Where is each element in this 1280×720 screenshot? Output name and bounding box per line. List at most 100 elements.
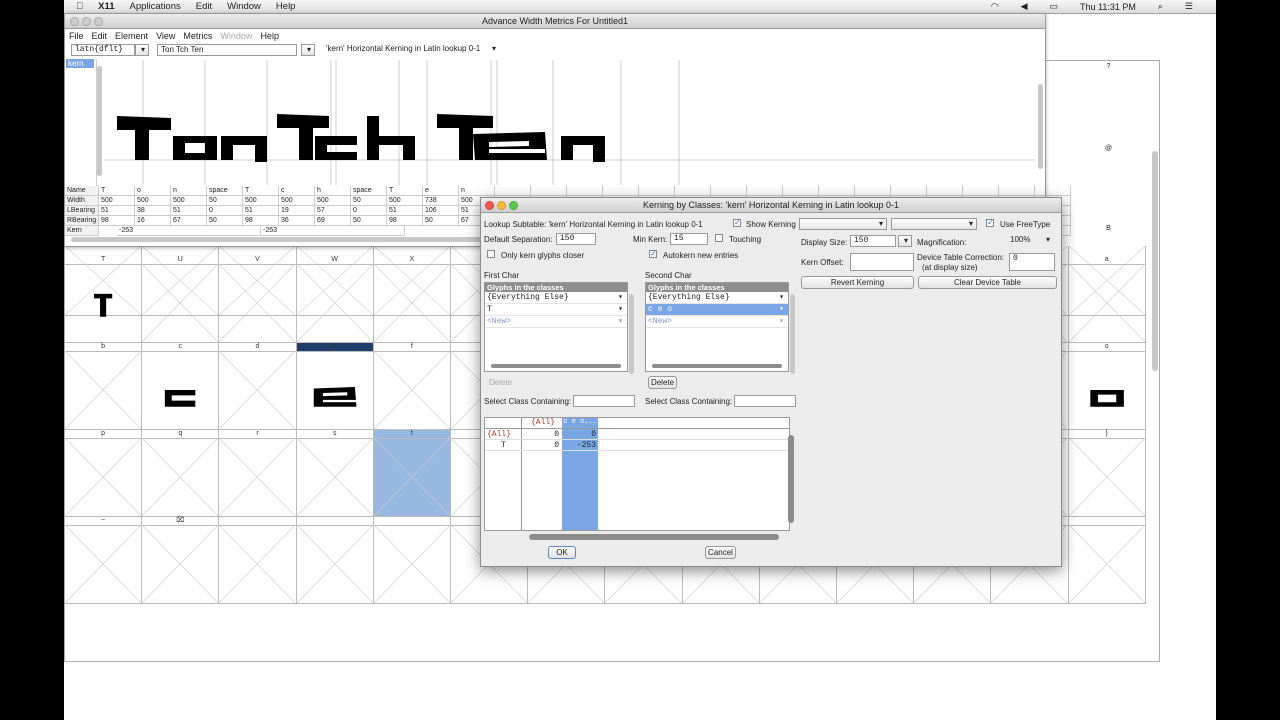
metrics-cell[interactable]: 50: [351, 196, 387, 206]
metrics-cell[interactable]: c: [279, 186, 315, 196]
glyph-cell[interactable]: s: [296, 430, 374, 517]
script-field[interactable]: latn{dflt}: [71, 44, 135, 56]
first-class-t[interactable]: T ▾: [485, 304, 627, 316]
scrollbar[interactable]: [1152, 151, 1158, 371]
cell-t-all[interactable]: 0: [525, 441, 559, 450]
metrics-cell[interactable]: T: [99, 186, 135, 196]
clock[interactable]: Thu 11:31 PM: [1080, 2, 1136, 12]
glyph-cell[interactable]: U: [142, 256, 220, 343]
metrics-cell[interactable]: 57: [315, 206, 351, 216]
second-delete-button[interactable]: Delete: [648, 376, 677, 389]
menu-edit[interactable]: Edit: [92, 31, 108, 41]
metrics-cell[interactable]: 738: [423, 196, 459, 206]
menu-applications[interactable]: Applications: [130, 1, 181, 12]
scrollbar[interactable]: [790, 294, 795, 374]
second-class-everything[interactable]: {Everything Else} ▾: [646, 292, 788, 304]
first-select-class-input[interactable]: [573, 395, 635, 407]
chevron-down-icon[interactable]: ▾: [618, 304, 623, 315]
scrollbar[interactable]: [1038, 84, 1043, 169]
second-class-new[interactable]: <New> ▾: [646, 316, 788, 328]
first-class-new[interactable]: <New> ▾: [485, 316, 627, 328]
menu-help[interactable]: Help: [260, 31, 279, 41]
metrics-cell[interactable]: space: [207, 186, 243, 196]
metrics-cell[interactable]: 51: [171, 206, 207, 216]
metrics-cell[interactable]: 98: [387, 216, 423, 226]
metrics-cell[interactable]: 500: [387, 196, 423, 206]
metrics-cell[interactable]: 500: [315, 196, 351, 206]
show-kerning-checkbox[interactable]: ✓: [733, 219, 741, 227]
scrollbar[interactable]: [97, 66, 102, 176]
metrics-cell[interactable]: 50: [423, 216, 459, 226]
glyph-cell[interactable]: [1068, 517, 1146, 604]
col-header-ceo[interactable]: c e o...: [562, 418, 598, 426]
scrollbar[interactable]: [652, 364, 782, 368]
use-freetype-checkbox[interactable]: ✓: [986, 219, 994, 227]
menu-view[interactable]: View: [156, 31, 175, 41]
feature-list-item[interactable]: kern: [66, 59, 94, 68]
menu-element[interactable]: Element: [115, 31, 148, 41]
menu-help[interactable]: Help: [276, 1, 296, 12]
glyph-cell[interactable]: e: [296, 343, 374, 430]
glyph-cell[interactable]: r: [219, 430, 297, 517]
cancel-button[interactable]: Cancel: [705, 546, 736, 559]
chevron-down-icon[interactable]: ▾: [618, 316, 623, 327]
row-header-t[interactable]: T: [501, 441, 506, 450]
touching-checkbox[interactable]: [715, 234, 723, 242]
glyph-cell[interactable]: [219, 517, 297, 604]
kerning-dropdown-1[interactable]: [799, 218, 887, 230]
metrics-cell[interactable]: 500: [243, 196, 279, 206]
preview-glyph[interactable]: [173, 136, 217, 160]
metrics-cell[interactable]: n: [171, 186, 207, 196]
glyph-cell[interactable]: ~: [65, 517, 143, 604]
metrics-cell[interactable]: 500: [171, 196, 207, 206]
metrics-cell[interactable]: T: [387, 186, 423, 196]
apple-icon[interactable]: : [76, 1, 83, 12]
metrics-cell[interactable]: e: [423, 186, 459, 196]
glyph-cell[interactable]: [373, 517, 451, 604]
clear-device-table-button[interactable]: Clear Device Table: [918, 276, 1057, 289]
chevron-down-icon[interactable]: ▾: [779, 316, 784, 327]
glyph-cell[interactable]: [296, 517, 374, 604]
glyph-cell[interactable]: ⌧: [142, 517, 220, 604]
first-delete-button[interactable]: Delete: [489, 378, 512, 387]
text-dropdown[interactable]: [301, 44, 315, 56]
preview-glyph[interactable]: [473, 132, 547, 160]
preview-glyph[interactable]: [367, 116, 415, 160]
lookup-dropdown[interactable]: 'kern' Horizontal Kerning in Latin looku…: [323, 44, 499, 56]
glyph-cell[interactable]: W: [296, 256, 374, 343]
glyph-cell[interactable]: t: [373, 430, 451, 517]
glyph-cell[interactable]: o: [1068, 343, 1146, 430]
metrics-cell[interactable]: 500: [279, 196, 315, 206]
metrics-cell[interactable]: space: [351, 186, 387, 196]
menu-metrics[interactable]: Metrics: [183, 31, 212, 41]
default-separation-input[interactable]: 150: [556, 233, 596, 245]
glyph-cell[interactable]: V: [219, 256, 297, 343]
glyph-cell[interactable]: q: [142, 430, 220, 517]
metrics-cell[interactable]: 69: [315, 216, 351, 226]
scrollbar[interactable]: [629, 294, 634, 374]
device-table-input[interactable]: 0: [1009, 253, 1055, 271]
metrics-cell[interactable]: 98: [243, 216, 279, 226]
min-kern-input[interactable]: 15: [670, 233, 708, 245]
col-header-all[interactable]: {All}: [525, 418, 561, 427]
metrics-cell[interactable]: 500: [135, 196, 171, 206]
battery-icon[interactable]: ▭: [1049, 1, 1058, 12]
glyph-cell[interactable]: b: [65, 343, 143, 430]
text-field[interactable]: Ton Tch Ten: [157, 44, 297, 56]
metrics-cell[interactable]: 36: [279, 216, 315, 226]
scrollbar[interactable]: [788, 435, 794, 523]
metrics-cell[interactable]: -253: [261, 226, 405, 236]
kerning-dropdown-2[interactable]: [891, 218, 977, 230]
revert-kerning-button[interactable]: Revert Kerning: [801, 276, 914, 289]
chevron-down-icon[interactable]: ▾: [618, 292, 623, 303]
metrics-cell[interactable]: 0: [207, 206, 243, 216]
volume-icon[interactable]: ◀: [1021, 1, 1028, 12]
metrics-cell[interactable]: 98: [99, 216, 135, 226]
glyph-cell[interactable]: c: [142, 343, 220, 430]
metrics-cell[interactable]: 38: [135, 206, 171, 216]
script-dropdown[interactable]: [135, 44, 149, 56]
scrollbar[interactable]: [71, 237, 481, 242]
glyph-cell[interactable]: f: [373, 343, 451, 430]
scrollbar[interactable]: [529, 534, 779, 540]
display-size-dropdown[interactable]: [898, 235, 912, 247]
